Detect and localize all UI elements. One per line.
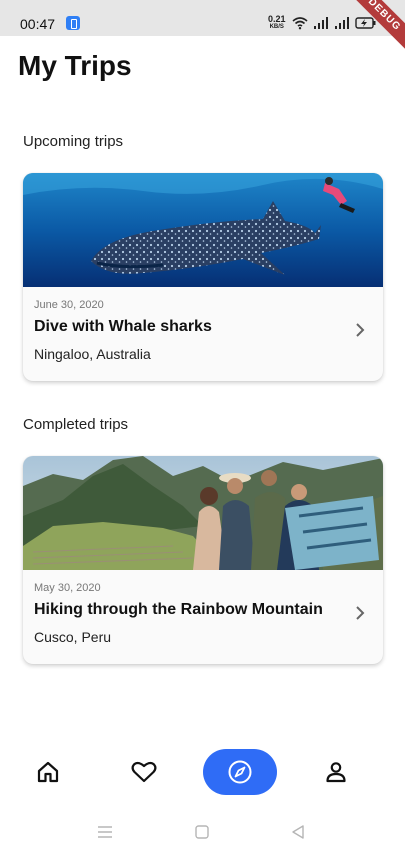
system-nav-bar — [0, 808, 405, 855]
trip-location: Cusco, Peru — [34, 629, 112, 645]
trip-location: Ningaloo, Australia — [34, 346, 151, 362]
whale-shark-photo — [23, 173, 383, 287]
bottom-nav — [0, 746, 405, 802]
chevron-right-icon[interactable] — [355, 323, 365, 337]
trip-name: Hiking through the Rainbow Mountain — [34, 601, 323, 618]
section-title-completed: Completed trips — [23, 416, 129, 433]
nav-home-button[interactable] — [22, 748, 74, 796]
network-speed-unit: KB/S — [269, 24, 284, 30]
trip-date: June 30, 2020 — [34, 299, 104, 311]
signal-icon — [314, 17, 328, 29]
status-icons — [292, 14, 377, 32]
nav-favorites-button[interactable] — [118, 748, 170, 796]
section-title-upcoming: Upcoming trips — [23, 133, 124, 150]
menu-icon — [98, 826, 112, 838]
compass-icon — [228, 760, 252, 784]
trip-card-upcoming[interactable]: June 30, 2020 Dive with Whale sharks Nin… — [23, 173, 383, 381]
back-triangle-icon — [292, 825, 304, 839]
network-speed: 0.21 KB/S — [268, 15, 286, 31]
page-title: My Trips — [18, 50, 132, 81]
home-icon — [37, 761, 59, 783]
system-back-button[interactable] — [288, 822, 308, 842]
nav-explore-button[interactable] — [203, 749, 277, 795]
heart-icon — [131, 761, 157, 783]
notification-app-icon — [66, 16, 80, 30]
person-icon — [326, 762, 346, 783]
nav-profile-button[interactable] — [310, 748, 362, 796]
status-bar: 00:47 0.21 KB/S — [0, 0, 405, 36]
trip-name: Dive with Whale sharks — [34, 318, 212, 335]
status-time: 00:47 — [20, 16, 56, 32]
square-home-icon — [195, 825, 209, 839]
signal-icon-secondary — [335, 17, 349, 29]
machu-picchu-group-photo — [23, 456, 383, 570]
system-home-button[interactable] — [192, 822, 212, 842]
system-menu-button[interactable] — [95, 822, 115, 842]
chevron-right-icon[interactable] — [355, 606, 365, 620]
trip-card-completed[interactable]: May 30, 2020 Hiking through the Rainbow … — [23, 456, 383, 664]
network-speed-value: 0.21 — [268, 14, 286, 24]
trip-date: May 30, 2020 — [34, 582, 101, 594]
wifi-icon — [292, 17, 308, 30]
